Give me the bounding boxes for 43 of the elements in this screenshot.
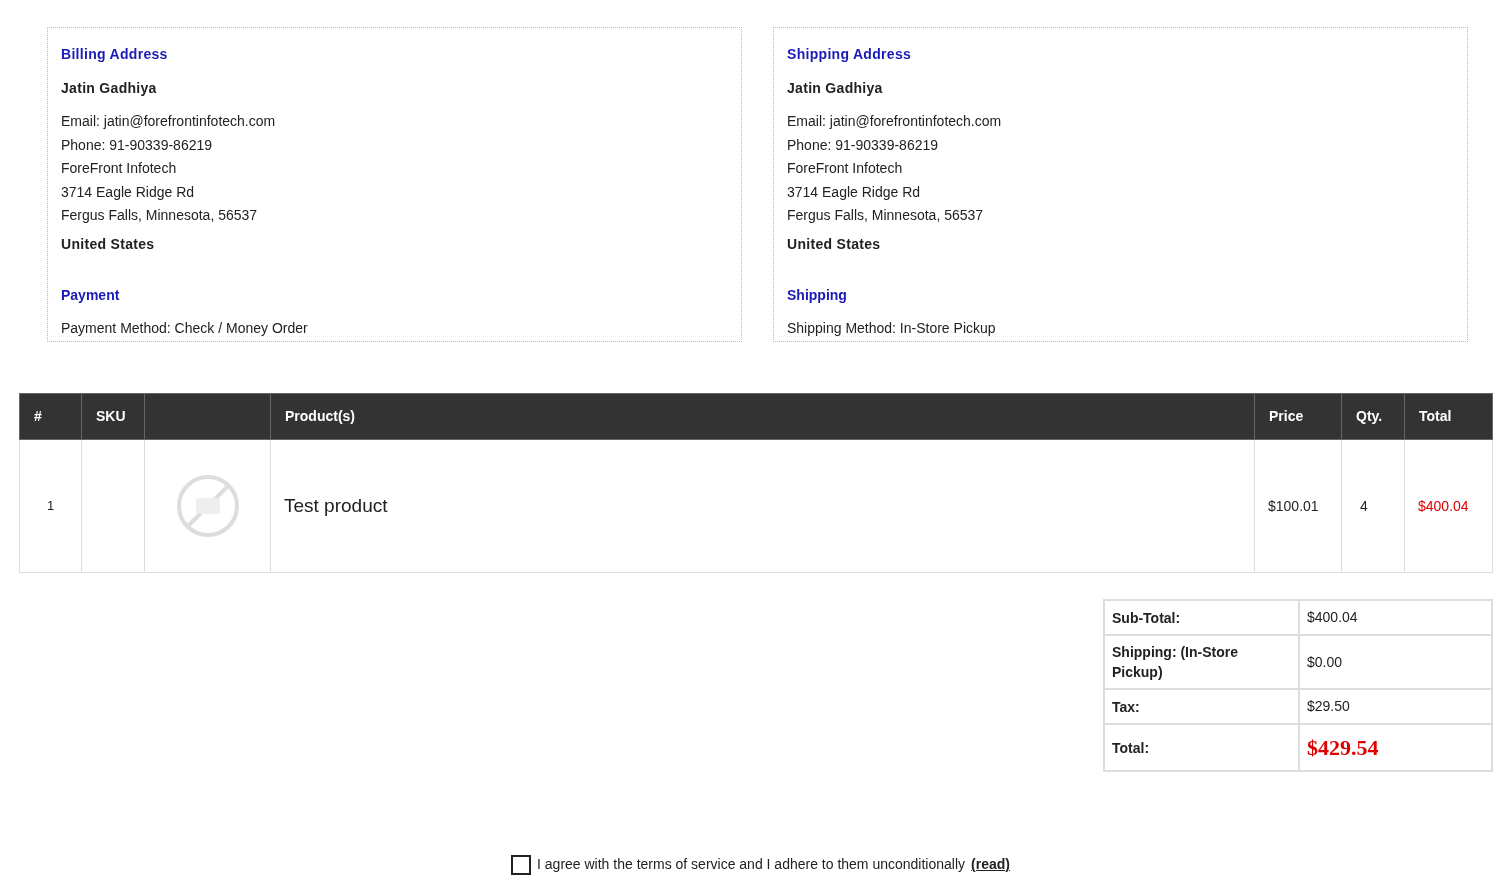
table-cell: 1 [19, 439, 82, 573]
total-value: $400.04 [1299, 600, 1492, 635]
section-title: Shipping [787, 285, 848, 305]
method-text: Payment Method: Check / Money Order [61, 318, 309, 338]
country: United States [61, 234, 156, 254]
total-label: Shipping: (In-Store Pickup) [1104, 635, 1299, 689]
address-line: Fergus Falls, Minnesota, 56537 [61, 206, 259, 225]
table-cell: $400.04 [1404, 439, 1493, 573]
address-line: Phone: 91-90339-86219 [787, 135, 940, 155]
column-header: # [19, 393, 82, 440]
total-label: Tax: [1104, 689, 1299, 724]
read-link[interactable]: (read) [971, 854, 1010, 875]
address-line: Fergus Falls, Minnesota, 56537 [787, 206, 985, 225]
address-line: ForeFront Infotech [61, 159, 178, 178]
no-image-icon [175, 474, 240, 538]
terms-checkbox[interactable] [511, 854, 532, 875]
section-title: Payment [61, 285, 121, 305]
section-title: Shipping Address [787, 45, 913, 64]
address-line: 3714 Eagle Ridge Rd [61, 182, 196, 202]
column-header: Product(s) [270, 393, 1255, 440]
column-header: Qty. [1341, 393, 1405, 440]
total-value: $29.50 [1299, 689, 1492, 724]
method-text: Shipping Method: In-Store Pickup [787, 318, 997, 338]
address-line: ForeFront Infotech [787, 159, 904, 178]
column-header: Price [1254, 393, 1342, 440]
terms-text: I agree with the terms of service and I adhere to them unconditionally [537, 855, 966, 874]
customer-name: Jatin Gadhiya [61, 79, 158, 98]
column-header: SKU [81, 393, 145, 440]
table-cell: $100.01 [1254, 439, 1342, 573]
table-cell: 4 [1341, 439, 1405, 573]
address-line: Phone: 91-90339-86219 [61, 135, 214, 155]
address-line: 3714 Eagle Ridge Rd [787, 182, 922, 202]
customer-name: Jatin Gadhiya [787, 79, 884, 98]
column-header: Total [1404, 393, 1493, 440]
total-value: $0.00 [1299, 635, 1492, 689]
total-label: Total: [1104, 724, 1299, 771]
total-label: Sub-Total: [1104, 600, 1299, 635]
address-line: Email: jatin@forefrontinfotech.com [787, 112, 1003, 131]
address-line: Email: jatin@forefrontinfotech.com [61, 112, 277, 131]
product-name: Test product [270, 439, 1255, 573]
total-value: $429.54 [1299, 724, 1492, 771]
country: United States [787, 234, 882, 254]
section-title: Billing Address [61, 45, 169, 64]
